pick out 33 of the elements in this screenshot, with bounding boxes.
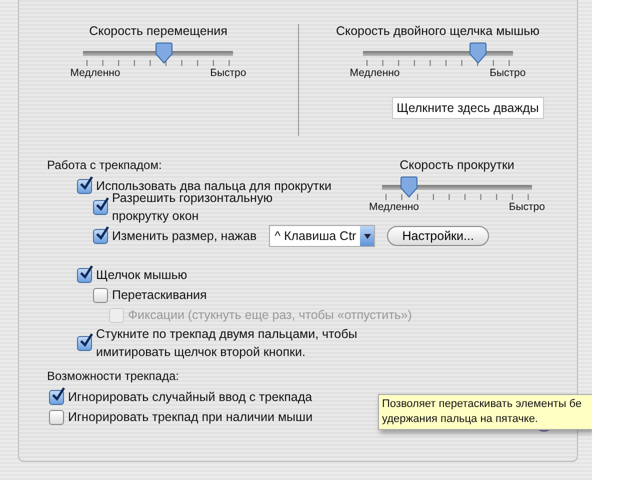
- slider-title: Скорость перемещения: [89, 24, 228, 38]
- slider-thumb[interactable]: [400, 176, 418, 198]
- slider-title: Скорость прокрутки: [400, 158, 514, 172]
- checkbox[interactable]: [93, 200, 108, 214]
- dropdown[interactable]: ^ Клавиша Ctr: [268, 225, 376, 247]
- slider-thumb[interactable]: [469, 42, 488, 64]
- test-field[interactable]: Щелкните здесь дважды: [392, 97, 544, 119]
- options-button[interactable]: Настройки...: [387, 226, 489, 246]
- checkbox[interactable]: [93, 288, 108, 302]
- checkbox[interactable]: [77, 178, 92, 194]
- checkbox-label[interactable]: Изменить размер, нажав: [112, 227, 257, 245]
- section-heading: Работа с трекпадом:: [47, 158, 163, 172]
- tooltip: Позволяет перетаскивать элементы бе удержания пальца на пятачке.: [378, 394, 592, 430]
- checkbox[interactable]: [49, 390, 64, 404]
- checkbox-label[interactable]: Стукните по трекпад двумя пальцами, чтобы имитировать щелчок второй кнопки.: [96, 325, 358, 361]
- checkbox[interactable]: [93, 228, 108, 244]
- max-label: Быстро: [508, 201, 545, 213]
- checkbox-label[interactable]: Щелчок мышью: [96, 266, 188, 284]
- checkbox[interactable]: [77, 336, 92, 350]
- section-heading: Возможности трекпада:: [47, 369, 180, 383]
- checkbox-label[interactable]: Перетаскивания: [112, 286, 207, 304]
- caret-icon: [362, 232, 372, 240]
- min-label: Медленно: [70, 67, 120, 79]
- checkbox-label[interactable]: Игнорировать трекпад при наличии мыши: [68, 408, 313, 426]
- min-label: Медленно: [350, 67, 400, 79]
- min-label: Медленно: [369, 201, 420, 213]
- slider-thumb[interactable]: [155, 42, 174, 64]
- checkbox[interactable]: [49, 410, 64, 424]
- checkbox[interactable]: [77, 268, 92, 282]
- checkbox-label[interactable]: Игнорировать случайный ввод с трекпада: [68, 388, 312, 406]
- slider-title: Скорость двойного щелчка мышью: [336, 24, 540, 38]
- max-label: Быстро: [210, 67, 246, 79]
- max-label: Быстро: [490, 67, 526, 79]
